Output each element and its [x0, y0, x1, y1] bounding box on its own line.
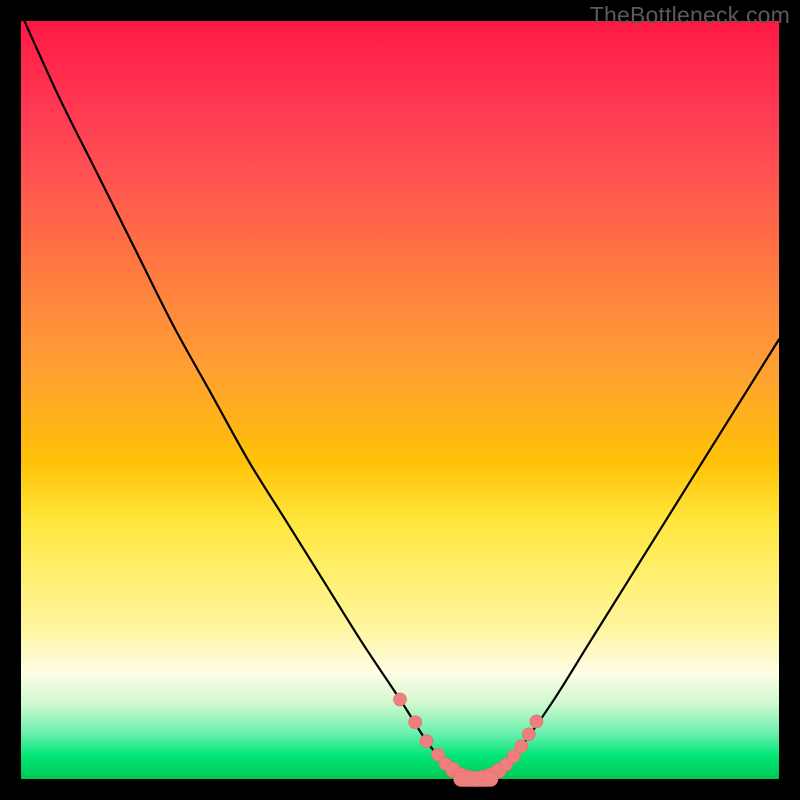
marker-dot — [515, 740, 528, 753]
marker-dot — [420, 735, 433, 748]
bottleneck-curve — [21, 13, 779, 779]
marker-dot — [394, 693, 407, 706]
marker-dot — [522, 728, 535, 741]
curve-svg — [21, 21, 779, 779]
watermark-text: TheBottleneck.com — [590, 2, 790, 29]
marker-dot — [409, 716, 422, 729]
chart-frame: TheBottleneck.com — [0, 0, 800, 800]
plot-area — [21, 21, 779, 779]
marker-dot — [530, 715, 543, 728]
marker-capsule — [454, 772, 498, 787]
marker-group — [394, 693, 543, 787]
